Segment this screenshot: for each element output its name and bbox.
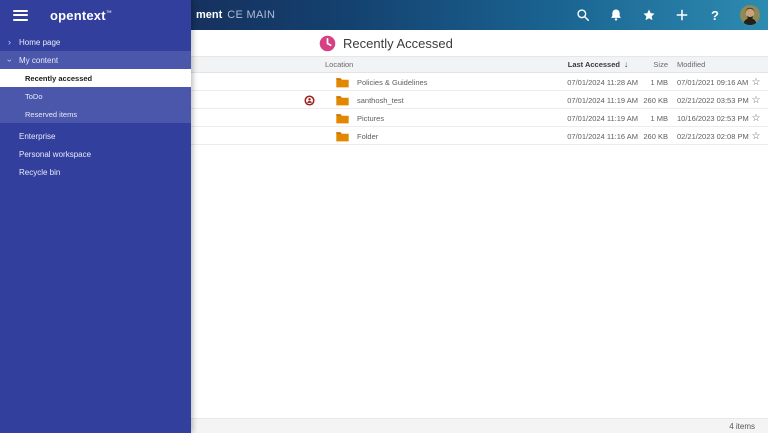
user-avatar[interactable] [740, 5, 760, 25]
sidebar-logo-row: opentext™ [0, 0, 191, 30]
app-title: ment CE MAIN [196, 0, 275, 30]
favorite-star-icon[interactable]: ☆ [749, 127, 763, 145]
favorite-star-icon[interactable]: ☆ [749, 109, 763, 127]
folder-icon [336, 73, 349, 91]
table-row[interactable]: santhosh_test 07/01/2024 11:19 AM 260 KB… [191, 91, 768, 109]
modified-value: 10/16/2023 02:53 PM [677, 109, 749, 127]
recently-accessed-clock-icon [319, 35, 336, 52]
size-value: 1 MB [650, 73, 668, 91]
opentext-logo: opentext™ [50, 8, 112, 23]
sidebar-nav: › Home page › My content Recently access… [0, 33, 191, 181]
column-header-size[interactable]: Size [653, 57, 668, 72]
sidebar: opentext™ › Home page › My content Recen… [0, 0, 191, 433]
table-row[interactable]: Policies & Guidelines 07/01/2024 11:28 A… [191, 73, 768, 91]
item-count: 4 items [729, 422, 755, 431]
size-value: 260 KB [643, 127, 668, 145]
app-title-suffix: CE MAIN [227, 9, 275, 21]
sidebar-item-home-page[interactable]: › Home page [0, 33, 191, 51]
folder-icon [336, 127, 349, 145]
item-location-name[interactable]: Policies & Guidelines [357, 73, 427, 91]
last-accessed-value: 07/01/2024 11:16 AM [567, 127, 638, 145]
search-icon[interactable] [575, 7, 591, 23]
sidebar-item-enterprise[interactable]: Enterprise [0, 127, 191, 145]
status-bar: 4 items [191, 418, 768, 433]
app-title-partial: ment [196, 9, 222, 21]
favorite-star-icon[interactable]: ☆ [749, 73, 763, 91]
last-accessed-value: 07/01/2024 11:28 AM [567, 73, 638, 91]
table-row[interactable]: Pictures 07/01/2024 11:19 AM 1 MB 10/16/… [191, 109, 768, 127]
help-icon[interactable]: ? [707, 7, 723, 23]
sidebar-group-my-content: › My content Recently accessed ToDo Rese… [0, 51, 191, 123]
folder-icon [336, 91, 349, 109]
item-location-name[interactable]: Pictures [357, 109, 384, 127]
table-row[interactable]: Folder 07/01/2024 11:16 AM 260 KB 02/21/… [191, 127, 768, 145]
topbar-icons: ? [575, 0, 760, 30]
page-header: Recently Accessed [191, 30, 768, 56]
sidebar-item-todo[interactable]: ToDo [0, 87, 191, 105]
table-rows: Policies & Guidelines 07/01/2024 11:28 A… [191, 73, 768, 145]
folder-icon [336, 109, 349, 127]
chevron-right-icon: › [8, 38, 16, 47]
modified-value: 07/01/2021 09:16 AM [677, 73, 748, 91]
item-location-name[interactable]: santhosh_test [357, 91, 404, 109]
sidebar-item-personal-workspace[interactable]: Personal workspace [0, 145, 191, 163]
sidebar-item-reserved-items[interactable]: Reserved items [0, 105, 191, 123]
table-header: Location Last Accessed ↓ Size Modified [191, 56, 768, 73]
add-plus-icon[interactable] [674, 7, 690, 23]
last-accessed-value: 07/01/2024 11:19 AM [567, 109, 638, 127]
column-header-last-accessed[interactable]: Last Accessed ↓ [568, 57, 628, 72]
reserved-indicator-icon [304, 91, 315, 109]
last-accessed-value: 07/01/2024 11:19 AM [567, 91, 638, 109]
modified-value: 02/21/2022 03:53 PM [677, 91, 749, 109]
column-header-location[interactable]: Location [325, 57, 353, 72]
main-content: Recently Accessed Location Last Accessed… [191, 30, 768, 433]
favorites-star-icon[interactable] [641, 7, 657, 23]
size-value: 260 KB [643, 91, 668, 109]
page-title: Recently Accessed [343, 36, 453, 51]
modified-value: 02/21/2023 02:08 PM [677, 127, 749, 145]
chevron-down-icon: › [8, 56, 16, 65]
column-header-modified[interactable]: Modified [677, 57, 705, 72]
sort-descending-icon: ↓ [624, 60, 628, 69]
item-location-name[interactable]: Folder [357, 127, 378, 145]
sidebar-item-my-content[interactable]: › My content [0, 51, 191, 69]
notifications-bell-icon[interactable] [608, 7, 624, 23]
favorite-star-icon[interactable]: ☆ [749, 91, 763, 109]
hamburger-menu-icon[interactable] [13, 7, 28, 23]
sidebar-item-recycle-bin[interactable]: Recycle bin [0, 163, 191, 181]
size-value: 1 MB [650, 109, 668, 127]
sidebar-item-recently-accessed[interactable]: Recently accessed [0, 69, 191, 87]
